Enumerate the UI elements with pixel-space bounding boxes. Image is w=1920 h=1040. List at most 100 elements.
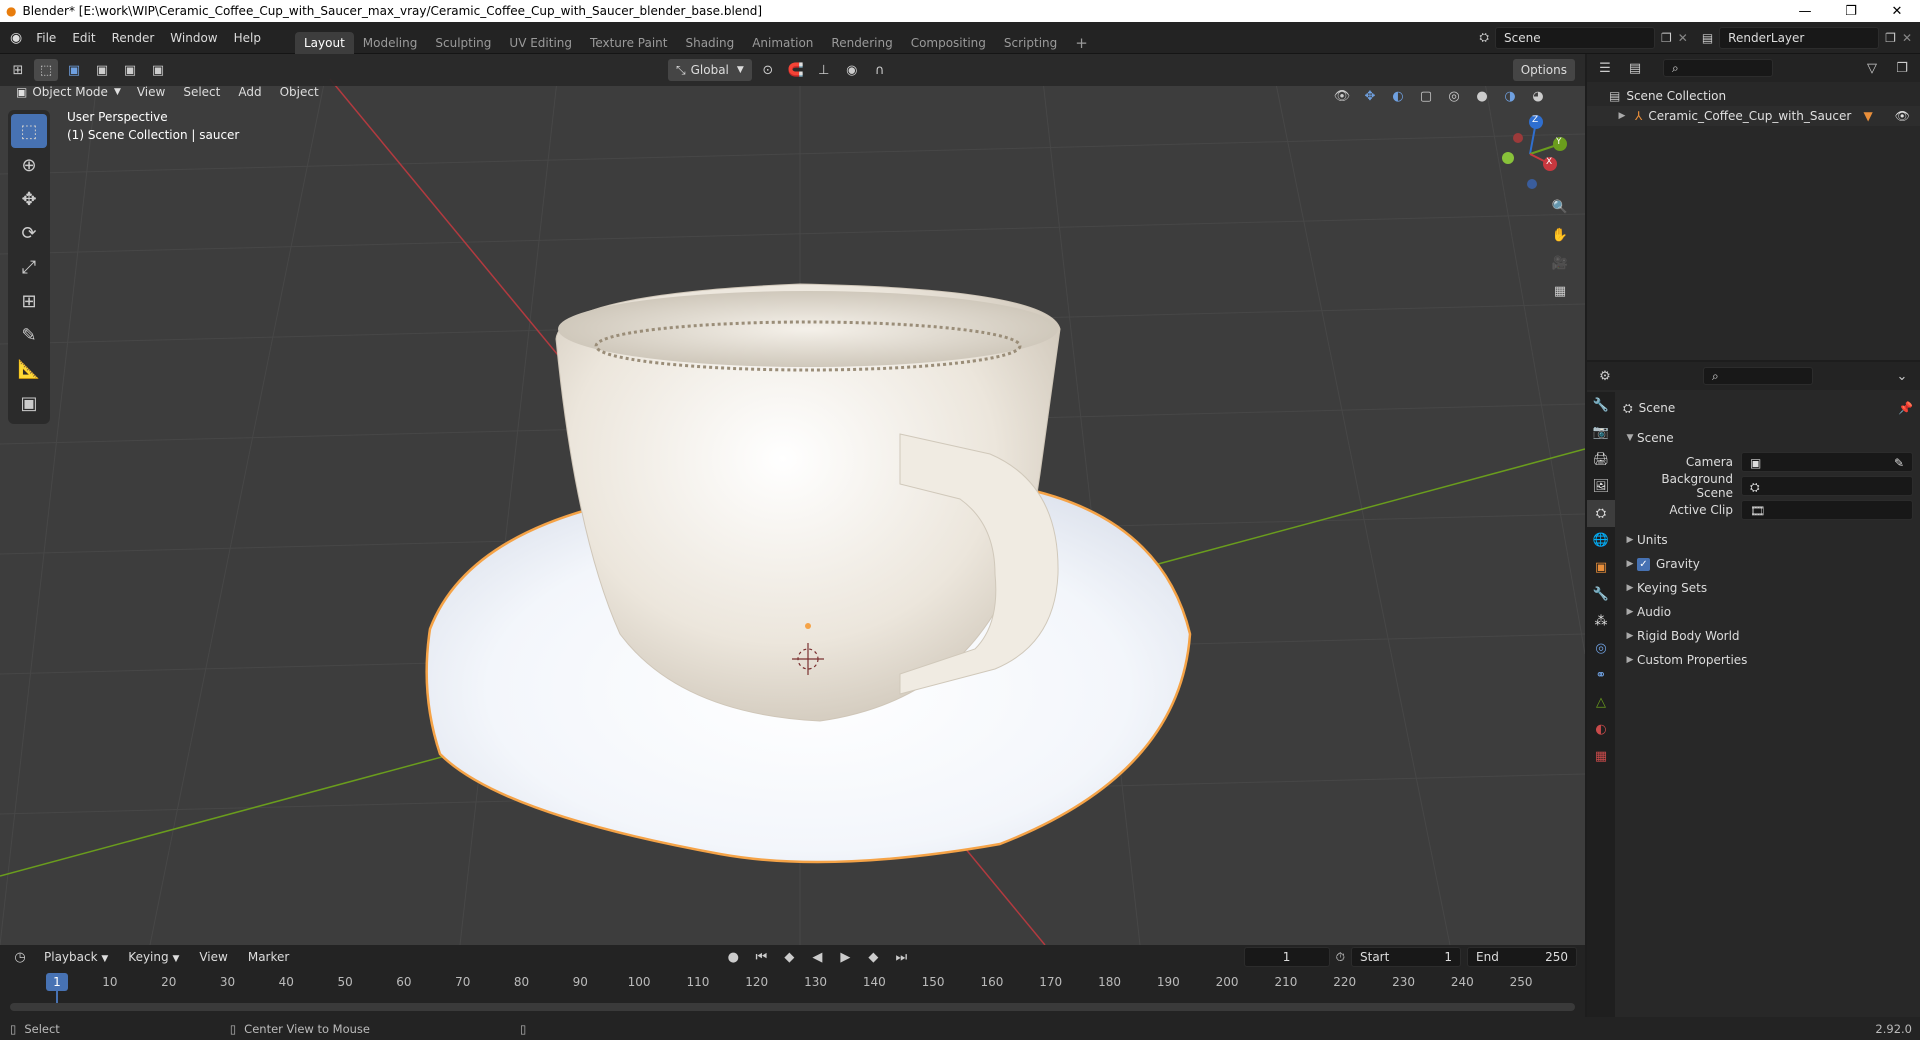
move-tool-icon[interactable]: ✥ — [8, 182, 50, 216]
ortho-grid-icon[interactable]: ▦ — [1548, 280, 1572, 302]
annotate-tool-icon[interactable]: ✎ — [8, 318, 50, 352]
menu-file[interactable]: File — [28, 27, 64, 49]
panel-audio[interactable]: ▶ Audio — [1623, 600, 1913, 624]
transform-tool-icon[interactable]: ⊞ — [8, 284, 50, 318]
rotate-tool-icon[interactable]: ⟳ — [8, 216, 50, 250]
panel-keying-sets[interactable]: ▶ Keying Sets — [1623, 576, 1913, 600]
new-collection-icon[interactable]: ❐ — [1890, 57, 1914, 79]
viewport-menu-add[interactable]: Add — [230, 81, 269, 103]
texture-tab-icon[interactable]: ▦ — [1587, 743, 1615, 770]
scale-tool-icon[interactable]: ⤢ — [8, 250, 50, 284]
select-mode-extend-icon[interactable]: ▣ — [90, 59, 114, 81]
menu-render[interactable]: Render — [104, 27, 163, 49]
restore-button[interactable]: ❐ — [1828, 4, 1874, 19]
modifier-tab-icon[interactable]: 🔧 — [1587, 581, 1615, 608]
render-tab-icon[interactable]: 📷 — [1587, 419, 1615, 446]
menu-edit[interactable]: Edit — [64, 27, 103, 49]
tab-rendering[interactable]: Rendering — [822, 32, 901, 54]
solid-shading-icon[interactable]: ● — [1470, 85, 1494, 107]
select-mode-new-icon[interactable]: ▣ — [62, 59, 86, 81]
panel-gravity[interactable]: ▶ ✓ Gravity — [1623, 552, 1913, 576]
outliner-root-row[interactable]: ▤ Scene Collection — [1587, 86, 1920, 106]
panel-units[interactable]: ▶ Units — [1623, 528, 1913, 552]
minimize-button[interactable]: — — [1782, 4, 1828, 19]
object-mode-dropdown[interactable]: ▣ Object Mode ▼ — [10, 85, 127, 99]
renderlayer-field[interactable]: RenderLayer — [1719, 26, 1880, 49]
menu-window[interactable]: Window — [162, 27, 225, 49]
viewport-menu-object[interactable]: Object — [272, 81, 327, 103]
timeline-scrollbar[interactable] — [10, 1003, 1575, 1011]
scene-section-header[interactable]: ▼ Scene — [1623, 426, 1913, 450]
new-scene-icon[interactable]: ❐ — [1661, 31, 1672, 45]
tab-modeling[interactable]: Modeling — [354, 32, 427, 54]
scene-tab-icon[interactable]: ⛭ — [1587, 500, 1615, 527]
snap-target-icon[interactable]: ⊥ — [812, 59, 836, 81]
select-tool-icon[interactable]: ⬚ — [11, 114, 47, 148]
add-cube-tool-icon[interactable]: ▣ — [8, 386, 50, 420]
viewport-menu-select[interactable]: Select — [175, 81, 228, 103]
add-workspace-icon[interactable]: + — [1066, 32, 1097, 54]
outliner-search-input[interactable]: ⌕ — [1663, 59, 1773, 77]
rendered-shading-icon[interactable]: ◕ — [1526, 85, 1550, 107]
world-tab-icon[interactable]: 🌐 — [1587, 527, 1615, 554]
tab-animation[interactable]: Animation — [743, 32, 822, 54]
new-layer-icon[interactable]: ❐ — [1885, 31, 1896, 45]
proportional-edit-icon[interactable]: ◉ — [840, 59, 864, 81]
panel-custom-properties[interactable]: ▶ Custom Properties — [1623, 648, 1913, 672]
tab-texture-paint[interactable]: Texture Paint — [581, 32, 676, 54]
tab-uv-editing[interactable]: UV Editing — [500, 32, 581, 54]
object-tab-icon[interactable]: ▣ — [1587, 554, 1615, 581]
wireframe-shading-icon[interactable]: ◎ — [1442, 85, 1466, 107]
panel-rigid-body-world[interactable]: ▶ Rigid Body World — [1623, 624, 1913, 648]
expand-arrow-icon[interactable]: ▶ — [1615, 111, 1629, 121]
tab-shading[interactable]: Shading — [676, 32, 743, 54]
properties-search-input[interactable]: ⌕ — [1703, 367, 1813, 385]
material-shading-icon[interactable]: ◑ — [1498, 85, 1522, 107]
data-tab-icon[interactable]: △ — [1587, 689, 1615, 716]
tab-sculpting[interactable]: Sculpting — [426, 32, 500, 54]
camera-field[interactable]: ▣ ✎ — [1741, 452, 1913, 472]
overlay-toggle-icon[interactable]: ◐ — [1386, 85, 1410, 107]
options-button[interactable]: Options — [1512, 59, 1575, 81]
3d-viewport[interactable]: ⊞ ⬚ ▣ ▣ ▣ ▣ ⤡ Global ▼ ⊙ 🧲 ⊥ ◉ ∩ Options… — [0, 54, 1585, 945]
viewport-menu-view[interactable]: View — [129, 81, 173, 103]
view-layer-tab-icon[interactable]: 🖼 — [1587, 473, 1615, 500]
gravity-checkbox[interactable]: ✓ — [1637, 557, 1650, 571]
constraints-tab-icon[interactable]: ⚭ — [1587, 662, 1615, 689]
zoom-icon[interactable]: 🔍 — [1548, 196, 1572, 218]
visibility-icon[interactable]: 👁 — [1330, 85, 1354, 107]
eyedropper-icon[interactable]: ✎ — [1894, 453, 1904, 473]
transform-orientation-dropdown[interactable]: ⤡ Global ▼ — [668, 59, 752, 81]
select-box-icon[interactable]: ⬚ — [34, 59, 58, 81]
particles-tab-icon[interactable]: ⁂ — [1587, 608, 1615, 635]
scene-field[interactable]: Scene — [1495, 26, 1655, 49]
gizmo-toggle-icon[interactable]: ✥ — [1358, 85, 1382, 107]
falloff-icon[interactable]: ∩ — [868, 59, 892, 81]
select-mode-subtract-icon[interactable]: ▣ — [118, 59, 142, 81]
close-button[interactable]: ✕ — [1874, 4, 1920, 19]
view-layer-icon[interactable]: ▤ — [1702, 31, 1713, 45]
scene-selector-icon[interactable]: ⛭ — [1479, 30, 1489, 45]
snap-icon[interactable]: 🧲 — [784, 59, 808, 81]
outliner-editor-type-icon[interactable]: ☰ — [1593, 57, 1617, 79]
tab-scripting[interactable]: Scripting — [995, 32, 1066, 54]
axis-gizmo-icon[interactable] — [1490, 114, 1570, 194]
chevron-down-icon[interactable]: ⌄ — [1890, 365, 1914, 387]
display-mode-icon[interactable]: ▤ — [1623, 57, 1647, 79]
navigation-gizmo[interactable]: Z Y X — [1490, 114, 1570, 194]
properties-editor-type-icon[interactable]: ⚙ — [1593, 365, 1617, 387]
outliner-item[interactable]: ▶ ⅄ Ceramic_Coffee_Cup_with_Saucer ▼ 👁 — [1587, 106, 1920, 126]
blender-menu-icon[interactable]: ◉ — [10, 30, 22, 46]
pin-icon[interactable]: 📌 — [1898, 401, 1913, 415]
camera-view-icon[interactable]: 🎥 — [1548, 252, 1572, 274]
pan-hand-icon[interactable]: ✋ — [1548, 224, 1572, 246]
tab-compositing[interactable]: Compositing — [902, 32, 995, 54]
tool-tab-icon[interactable]: 🔧 — [1587, 392, 1615, 419]
filter-icon[interactable]: ▽ — [1860, 57, 1884, 79]
xray-icon[interactable]: ▢ — [1414, 85, 1438, 107]
active-clip-field[interactable]: 🎞 — [1741, 500, 1913, 520]
background-scene-field[interactable]: ⛭ — [1741, 476, 1913, 496]
output-tab-icon[interactable]: 🖨 — [1587, 446, 1615, 473]
eye-icon[interactable]: 👁 — [1895, 109, 1910, 123]
timeline-ruler[interactable]: 1 10 20 30 40 50 60 70 80 90 100 110 120 130 140 150 160… — [0, 969, 1585, 1017]
